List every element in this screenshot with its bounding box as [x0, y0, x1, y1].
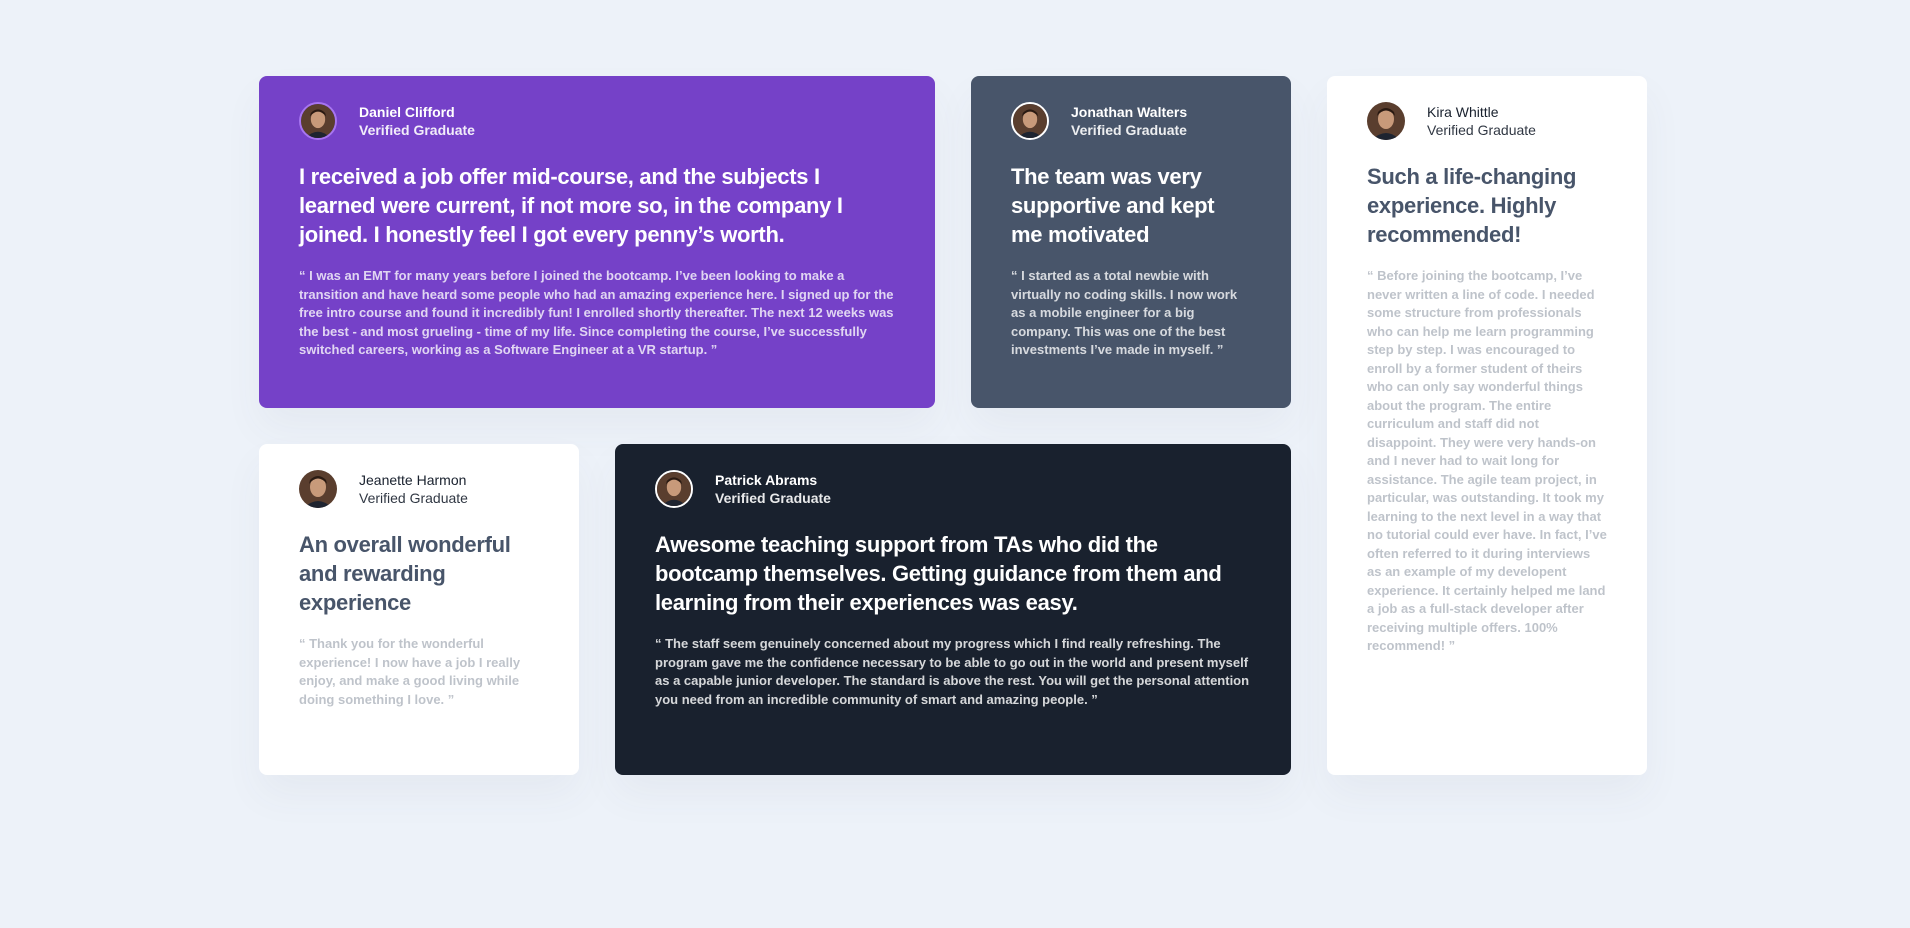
testimonial-quote: “ I was an EMT for many years before I j…: [299, 268, 894, 357]
testimonial-headline: An overall wonderful and rewarding exper…: [299, 532, 511, 615]
testimonial-headline: Such a life-changing experience. Highly …: [1367, 164, 1577, 247]
testimonial-card-patrick-abrams: Patrick Abrams Verified Graduate Awesome…: [615, 444, 1291, 775]
avatar-photo-icon: [299, 102, 337, 140]
author-name: Daniel Clifford: [359, 104, 455, 120]
testimonial-card-jeanette-harmon: Jeanette Harmon Verified Graduate An ove…: [259, 444, 579, 775]
author-info: Jeanette Harmon Verified Graduate: [299, 468, 539, 510]
testimonial-headline: Awesome teaching support from TAs who di…: [655, 532, 1222, 615]
avatar-photo-icon: [1367, 102, 1405, 140]
testimonial-card-jonathan-walters: Jonathan Walters Verified Graduate The t…: [971, 76, 1291, 408]
testimonial-headline: I received a job offer mid-course, and t…: [299, 164, 843, 247]
author-role: Verified Graduate: [359, 122, 475, 138]
avatar-photo-icon: [1011, 102, 1049, 140]
testimonial-quote: “ I started as a total newbie with virtu…: [1011, 268, 1238, 357]
testimonials-grid: Daniel Clifford Verified Graduate I rece…: [259, 76, 1649, 775]
author-info: Daniel Clifford Verified Graduate: [299, 100, 895, 142]
testimonial-headline: The team was very supportive and kept me…: [1011, 164, 1215, 247]
author-role: Verified Graduate: [1427, 122, 1536, 138]
author-name: Patrick Abrams: [715, 472, 818, 488]
author-name: Kira Whittle: [1427, 104, 1499, 120]
testimonial-quote: “ Before joining the bootcamp, I’ve neve…: [1367, 268, 1607, 653]
testimonial-quote: “ Thank you for the wonderful experience…: [299, 636, 521, 707]
testimonial-card-kira-whittle: Kira Whittle Verified Graduate Such a li…: [1327, 76, 1647, 775]
author-name: Jonathan Walters: [1071, 104, 1188, 120]
author-name: Jeanette Harmon: [359, 472, 467, 488]
author-info: Jonathan Walters Verified Graduate: [1011, 100, 1251, 142]
testimonial-card-daniel-clifford: Daniel Clifford Verified Graduate I rece…: [259, 76, 935, 408]
author-role: Verified Graduate: [1071, 122, 1187, 138]
author-info: Patrick Abrams Verified Graduate: [655, 468, 1251, 510]
avatar-photo-icon: [655, 470, 693, 508]
author-role: Verified Graduate: [715, 490, 831, 506]
author-role: Verified Graduate: [359, 490, 468, 506]
testimonial-quote: “ The staff seem genuinely concerned abo…: [655, 636, 1250, 707]
avatar-photo-icon: [299, 470, 337, 508]
author-info: Kira Whittle Verified Graduate: [1367, 100, 1607, 142]
